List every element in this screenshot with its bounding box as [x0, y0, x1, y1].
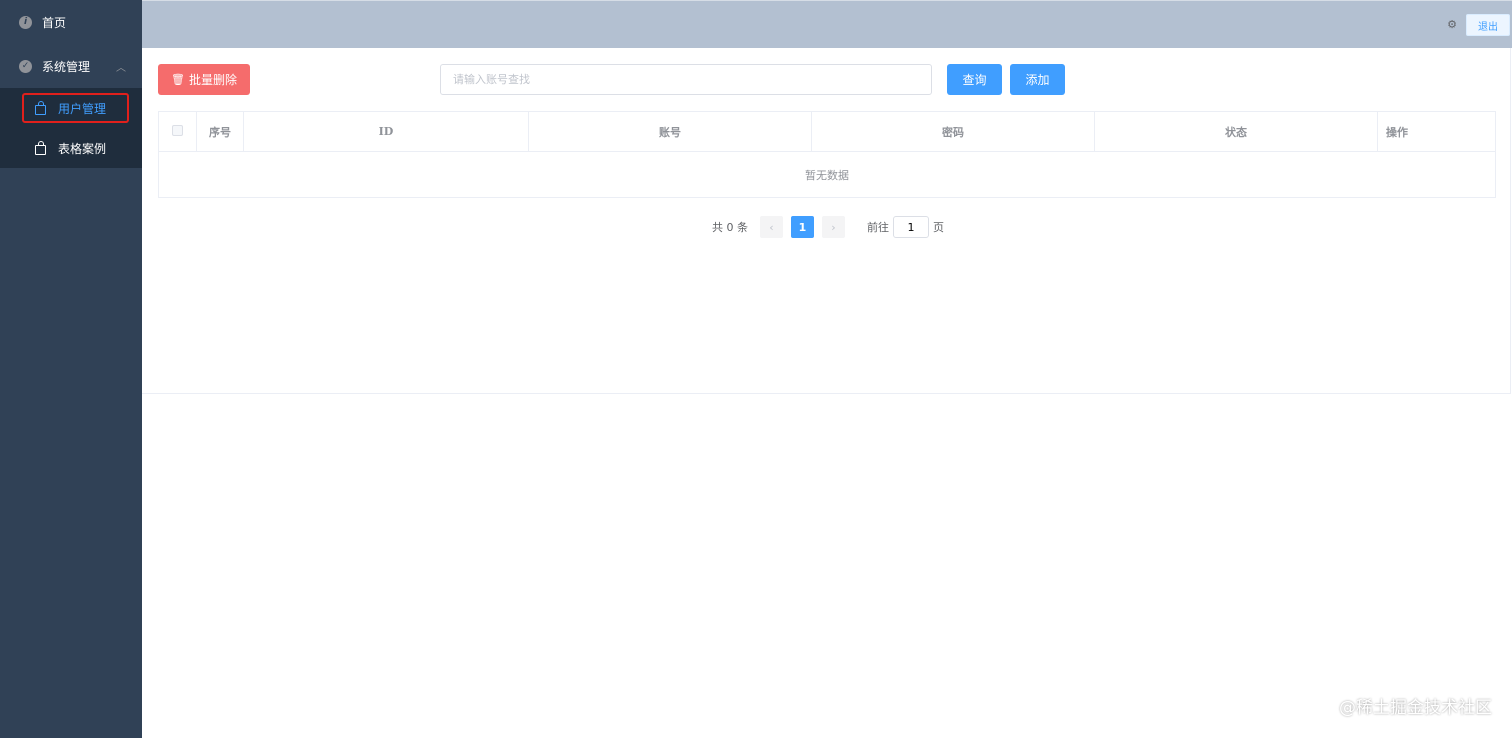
sidebar-item-label: 系统管理 — [42, 59, 91, 74]
batch-delete-label: 批量删除 — [188, 73, 237, 87]
prev-page-button[interactable]: ‹ — [760, 216, 783, 238]
submenu: 用户管理 表格案例 — [0, 88, 142, 168]
sidebar-item-home[interactable]: i 首页 — [0, 0, 142, 44]
column-header: 状态 — [1094, 111, 1378, 152]
watermark: @稀土掘金技术社区 — [1339, 698, 1492, 718]
goto-page-input[interactable] — [893, 216, 929, 238]
main-content: 🗑 批量删除 查询 添加 序号 ID 账号 密码 状态 操作 暂无数据 共 0 … — [142, 48, 1511, 394]
sidebar-item-system[interactable]: ✓ 系统管理 ︿ — [0, 44, 142, 88]
goto-suffix: 页 — [933, 221, 944, 234]
header: ⚙ 退出 — [142, 0, 1512, 48]
next-page-button[interactable]: › — [822, 216, 845, 238]
account-search-input[interactable] — [440, 64, 932, 95]
select-all-checkbox[interactable] — [172, 124, 183, 136]
sidebar-item-label: 首页 — [42, 15, 67, 30]
page-button[interactable]: 1 — [791, 216, 814, 238]
table-header: 序号 ID 账号 密码 状态 操作 — [158, 111, 1496, 152]
sidebar-item-user-management[interactable]: 用户管理 — [0, 88, 142, 128]
gear-icon[interactable]: ⚙ — [1447, 18, 1457, 31]
column-header: 序号 — [196, 111, 244, 152]
bag-icon — [35, 100, 46, 115]
chevron-up-icon: ︿ — [116, 62, 126, 74]
batch-delete-button[interactable]: 🗑 批量删除 — [158, 64, 250, 95]
total-count: 0 — [726, 220, 734, 234]
info-icon: i — [19, 15, 32, 29]
total-prefix: 共 — [712, 221, 723, 234]
user-table: 序号 ID 账号 密码 状态 操作 暂无数据 — [158, 111, 1496, 198]
pagination: 共 0 条 ‹ 1 › 前往 页 — [712, 216, 944, 238]
column-header: 操作 — [1377, 111, 1496, 152]
column-header: ID — [243, 111, 529, 152]
goto-prefix: 前往 — [867, 221, 889, 234]
sidebar-item-table-example[interactable]: 表格案例 — [0, 128, 142, 168]
select-all-cell — [158, 111, 197, 152]
sidebar-item-label: 用户管理 — [58, 101, 107, 116]
sidebar: i 首页 ✓ 系统管理 ︿ 用户管理 表格案例 — [0, 0, 142, 738]
column-header: 账号 — [528, 111, 812, 152]
sidebar-item-label: 表格案例 — [58, 141, 107, 156]
trash-icon: 🗑 — [171, 73, 185, 86]
add-button[interactable]: 添加 — [1010, 64, 1065, 95]
bag-icon — [35, 140, 46, 155]
column-header: 密码 — [811, 111, 1095, 152]
logout-button[interactable]: 退出 — [1466, 14, 1510, 36]
check-circle-icon: ✓ — [19, 59, 32, 73]
query-button[interactable]: 查询 — [947, 64, 1002, 95]
total-suffix: 条 — [737, 221, 748, 234]
empty-text: 暂无数据 — [805, 168, 849, 182]
